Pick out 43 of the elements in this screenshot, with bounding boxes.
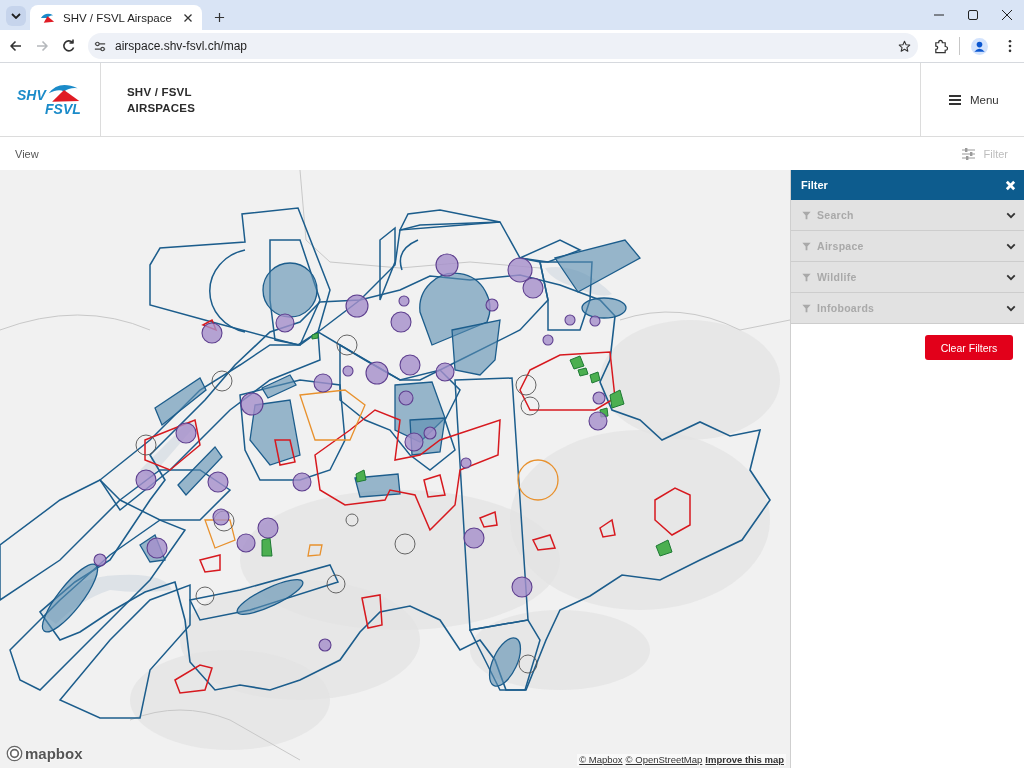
chevron-down-icon <box>11 13 21 19</box>
site-title: SHV / FSVL <box>127 84 192 100</box>
reload-icon[interactable] <box>61 38 77 54</box>
funnel-icon <box>802 272 811 282</box>
wildlife-zone-drawing[interactable] <box>261 332 673 557</box>
more-options-icon[interactable] <box>1008 39 1012 53</box>
controlled-zone-drawing[interactable] <box>41 239 641 687</box>
close-icon[interactable] <box>1002 10 1012 20</box>
maximize-icon[interactable] <box>968 10 978 20</box>
arrow-left-icon[interactable] <box>8 38 24 54</box>
tab-list-button[interactable] <box>6 6 26 26</box>
restricted-area-drawing[interactable] <box>144 318 691 694</box>
puzzle-icon[interactable] <box>933 38 948 54</box>
site-title: AIRSPACES <box>127 100 196 116</box>
funnel-icon <box>802 303 811 313</box>
logo-text: SHV <box>17 88 46 102</box>
aerodrome-zone-drawing[interactable] <box>93 253 608 652</box>
circle-zone-drawing[interactable] <box>135 334 540 674</box>
logo-text: FSVL <box>45 102 81 116</box>
funnel-icon <box>802 210 811 220</box>
wing-icon <box>40 11 55 24</box>
attribution-link[interactable]: © OpenStreetMap <box>625 754 703 766</box>
outlined-area-drawing[interactable] <box>204 389 559 557</box>
new-tab-plus-icon[interactable] <box>214 12 225 23</box>
menu-button[interactable]: Menu <box>920 63 1024 136</box>
star-icon[interactable] <box>898 39 911 53</box>
attribution-link[interactable]: © Mapbox <box>579 754 623 766</box>
menu-icon <box>949 94 961 105</box>
close-tab-icon[interactable] <box>182 11 194 24</box>
clear-filters-button[interactable]: Clear Filters <box>925 335 1013 360</box>
mapbox-logo-icon[interactable] <box>6 745 23 762</box>
airspace-boundary-drawing[interactable] <box>0 207 593 719</box>
mapbox-wordmark[interactable]: mapbox <box>25 745 83 762</box>
browser-tab[interactable]: SHV / FSVL Airspace <box>30 5 202 30</box>
profile-avatar-icon[interactable] <box>971 37 988 55</box>
paraglider-wing-icon <box>46 83 81 102</box>
panel-title: Filter <box>801 179 828 191</box>
sliders-icon <box>961 147 975 160</box>
funnel-icon <box>802 241 811 251</box>
attribution-link[interactable]: Improve this map <box>705 754 784 766</box>
address-bar[interactable]: airspace.shv-fsvl.ch/map <box>88 33 918 59</box>
view-button[interactable]: View <box>15 147 39 160</box>
sliders-icon[interactable] <box>94 40 106 52</box>
